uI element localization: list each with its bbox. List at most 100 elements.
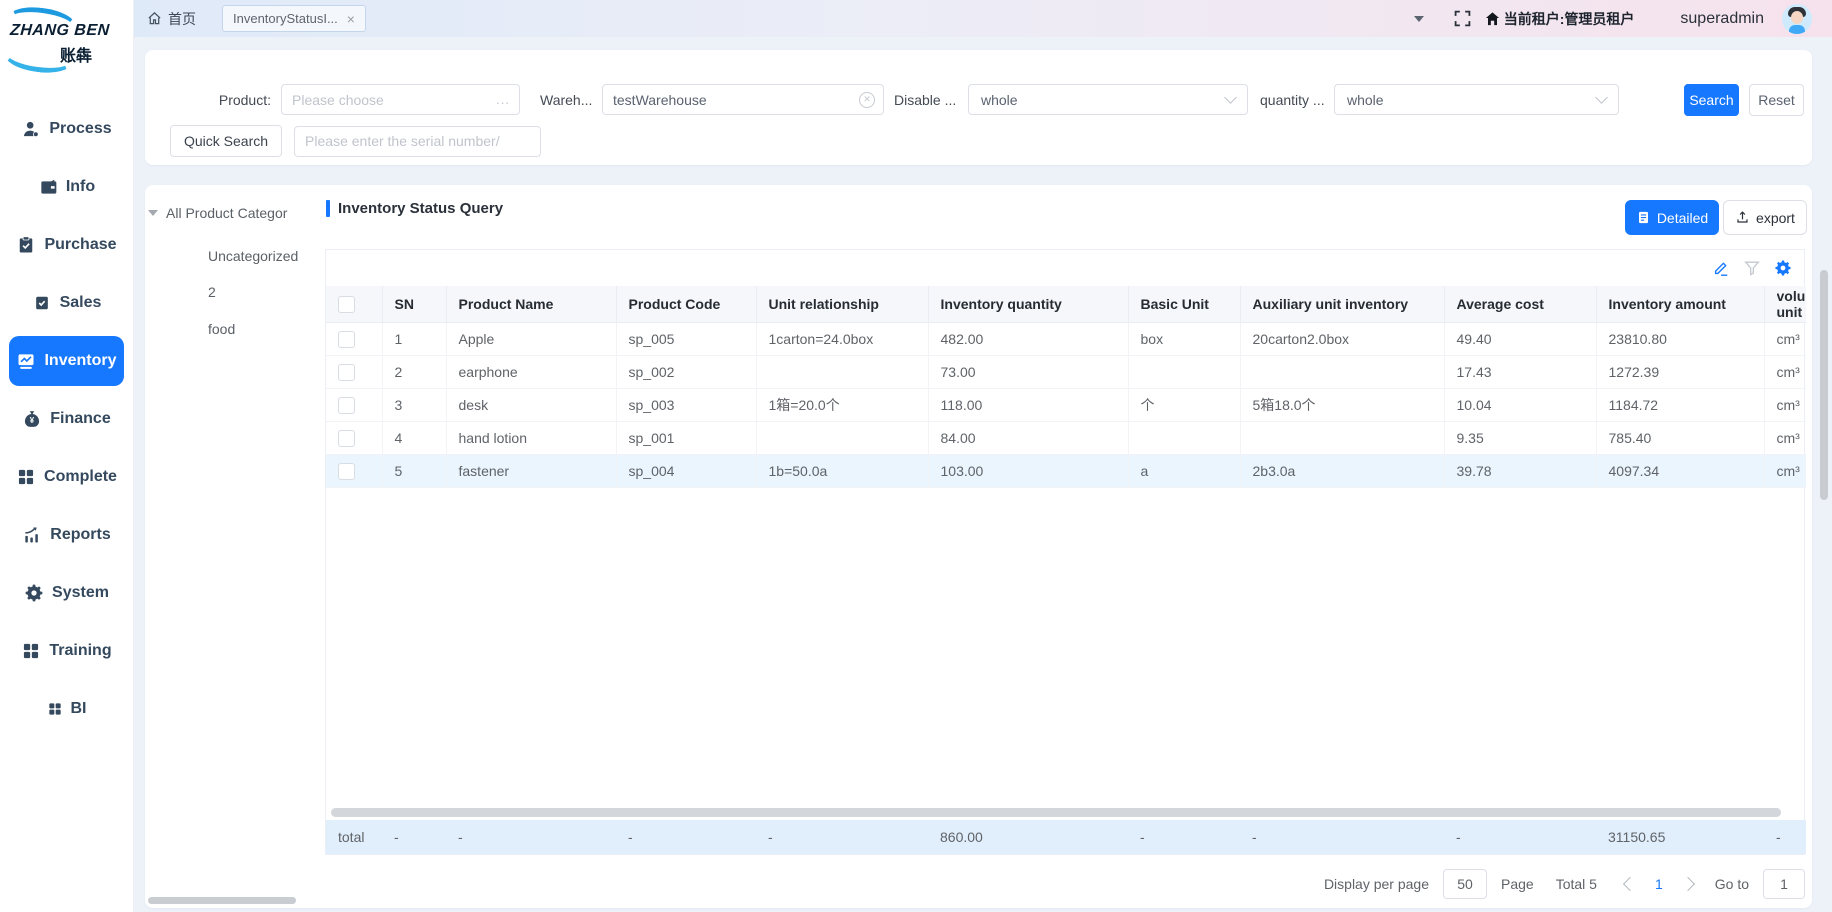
chevron-down-icon[interactable] — [1414, 16, 1424, 22]
sidebar-item-finance[interactable]: ¥ Finance — [9, 394, 124, 444]
sidebar-item-purchase[interactable]: Purchase — [9, 220, 124, 270]
disable-label: Disable ... — [894, 92, 960, 108]
table-row[interactable]: 1 Apple sp_005 1carton=24.0box 482.00 bo… — [326, 323, 1806, 356]
reset-button[interactable]: Reset — [1749, 84, 1804, 116]
tenant-indicator[interactable]: 当前租户:管理员租户 — [1485, 9, 1635, 29]
header-product-code[interactable]: Product Code — [616, 286, 756, 323]
product-label: Product: — [145, 92, 271, 108]
next-page-icon[interactable] — [1681, 877, 1695, 891]
filter-panel: Product: ... Wareh... ✕ Disable ... whol… — [145, 50, 1812, 165]
header-sn[interactable]: SN — [382, 286, 446, 323]
cell-volume-unit: cm³ — [1764, 422, 1806, 455]
goto-page-input[interactable] — [1764, 875, 1804, 893]
sidebar-item-info[interactable]: Info — [9, 162, 124, 212]
table-horizontal-scrollbar — [326, 806, 1804, 820]
tab-inventory-status[interactable]: InventoryStatusI... × — [222, 5, 366, 32]
grid-icon — [47, 701, 63, 717]
horizontal-scrollbar-thumb[interactable] — [331, 808, 1781, 817]
person-icon — [21, 119, 41, 139]
warehouse-input-wrap[interactable]: ✕ — [602, 84, 884, 115]
header-basic-unit[interactable]: Basic Unit — [1128, 286, 1240, 323]
header-product-name[interactable]: Product Name — [446, 286, 616, 323]
fullscreen-icon[interactable] — [1454, 10, 1471, 27]
header-auxiliary-unit-inventory[interactable]: Auxiliary unit inventory — [1240, 286, 1444, 323]
quick-search-input-wrap[interactable] — [294, 126, 541, 157]
sidebar-item-process[interactable]: Process — [9, 104, 124, 154]
disable-select[interactable]: whole — [968, 84, 1248, 115]
house-icon — [1485, 11, 1500, 26]
avatar[interactable] — [1782, 4, 1812, 34]
topbar-right: 当前租户:管理员租户 superadmin — [1414, 4, 1812, 34]
product-select-input[interactable]: ... — [281, 84, 520, 115]
warehouse-input[interactable] — [603, 92, 883, 108]
home-icon — [147, 11, 162, 26]
row-checkbox[interactable] — [338, 397, 355, 414]
cell-auxiliary-unit — [1240, 356, 1444, 389]
table-row[interactable]: 3 desk sp_003 1箱=20.0个 118.00 个 5箱18.0个 … — [326, 389, 1806, 422]
cell-product-name: fastener — [446, 455, 616, 488]
product-input[interactable] — [282, 92, 519, 108]
clear-icon[interactable]: ✕ — [859, 92, 875, 108]
close-icon[interactable]: × — [347, 12, 355, 26]
table-row[interactable]: 4 hand lotion sp_001 84.00 9.35 785.40 c… — [326, 422, 1806, 455]
row-checkbox[interactable] — [338, 430, 355, 447]
search-button[interactable]: Search — [1684, 84, 1739, 116]
tree-root-all-product-categories[interactable]: All Product Categor — [148, 205, 287, 221]
quick-search-button[interactable]: Quick Search — [170, 125, 282, 157]
sidebar-item-inventory[interactable]: Inventory — [9, 336, 124, 386]
header-average-cost[interactable]: Average cost — [1444, 286, 1596, 323]
settings-gear-icon[interactable] — [1774, 259, 1792, 277]
table-row[interactable]: 2 earphone sp_002 73.00 17.43 1272.39 cm… — [326, 356, 1806, 389]
cell-inventory-amount: 1184.72 — [1596, 389, 1764, 422]
cell-auxiliary-unit: 20carton2.0box — [1240, 323, 1444, 356]
sidebar-item-complete[interactable]: Complete — [9, 452, 124, 502]
page-size-input[interactable] — [1444, 875, 1486, 893]
cell-product-code: sp_005 — [616, 323, 756, 356]
wallet-icon — [38, 177, 58, 197]
cell-volume-unit: cm³ — [1764, 389, 1806, 422]
filter-funnel-icon[interactable] — [1743, 259, 1761, 277]
sidebar-item-bi[interactable]: BI — [9, 684, 124, 734]
goto-page-input-wrap[interactable] — [1763, 869, 1805, 899]
caret-down-icon[interactable] — [148, 210, 158, 216]
header-volume-unit[interactable]: volume unit — [1764, 286, 1806, 323]
current-page-button[interactable]: 1 — [1649, 876, 1669, 892]
header-unit-relationship[interactable]: Unit relationship — [756, 286, 928, 323]
edit-pen-icon[interactable] — [1712, 259, 1730, 277]
page-vertical-scrollbar[interactable] — [1820, 270, 1828, 500]
header-inventory-amount[interactable]: Inventory amount — [1596, 286, 1764, 323]
quantity-select[interactable]: whole — [1334, 84, 1619, 115]
header-checkbox-cell — [326, 286, 382, 323]
username[interactable]: superadmin — [1680, 10, 1764, 28]
cell-inventory-quantity: 118.00 — [928, 389, 1128, 422]
row-checkbox[interactable] — [338, 331, 355, 348]
tree-horizontal-scrollbar[interactable] — [148, 897, 296, 904]
prev-page-icon[interactable] — [1623, 877, 1637, 891]
tree-item-uncategorized[interactable]: Uncategorized — [208, 248, 298, 264]
row-checkbox[interactable] — [338, 364, 355, 381]
sidebar-item-reports[interactable]: Reports — [9, 510, 124, 560]
page-size-input-wrap[interactable] — [1443, 869, 1487, 899]
warehouse-label: Wareh... — [540, 92, 596, 108]
gear-icon — [24, 583, 44, 603]
sidebar-item-label: Reports — [50, 526, 110, 544]
cell-inventory-quantity: 482.00 — [928, 323, 1128, 356]
detailed-button[interactable]: Detailed — [1625, 200, 1719, 235]
header-inventory-quantity[interactable]: Inventory quantity — [928, 286, 1128, 323]
cell-inventory-amount: 785.40 — [1596, 422, 1764, 455]
select-all-checkbox[interactable] — [338, 296, 355, 313]
sidebar-item-system[interactable]: System — [9, 568, 124, 618]
export-button[interactable]: export — [1723, 200, 1807, 235]
tab-label: InventoryStatusI... — [233, 11, 338, 26]
tree-item-2[interactable]: 2 — [208, 284, 216, 300]
home-tab[interactable]: 首页 — [147, 9, 196, 29]
table-row-highlighted[interactable]: 5 fastener sp_004 1b=50.0a 103.00 a 2b3.… — [326, 455, 1806, 488]
filter-row-2: Quick Search — [145, 126, 541, 156]
ellipsis-icon[interactable]: ... — [496, 92, 510, 107]
title-accent-bar — [326, 200, 330, 217]
sidebar-item-training[interactable]: Training — [9, 626, 124, 676]
tree-item-food[interactable]: food — [208, 321, 235, 337]
sidebar-item-sales[interactable]: Sales — [9, 278, 124, 328]
row-checkbox[interactable] — [338, 463, 355, 480]
quick-search-input[interactable] — [295, 133, 540, 149]
